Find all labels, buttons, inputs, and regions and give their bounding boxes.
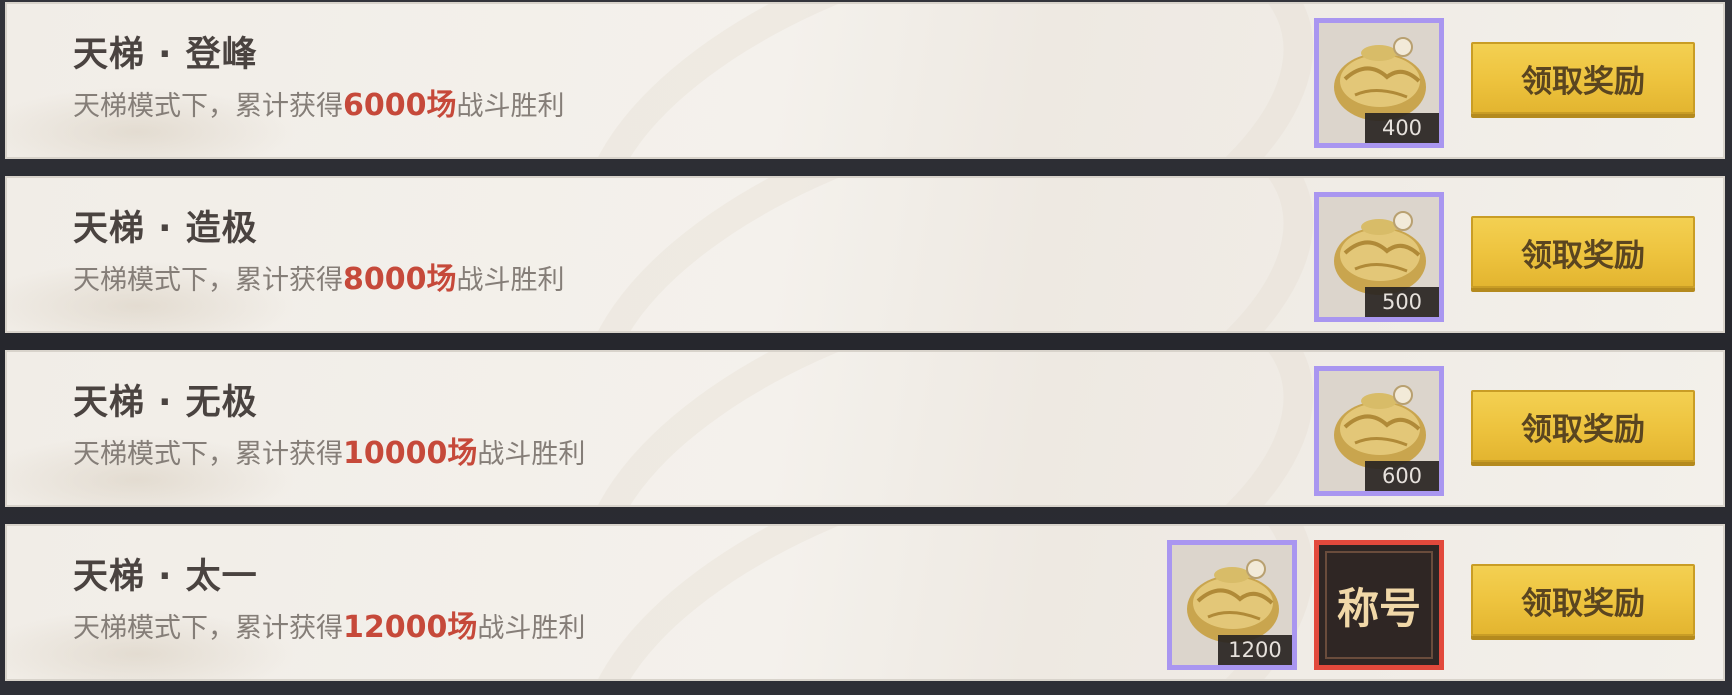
achievement-row: 天梯 · 登峰 天梯模式下，累计获得6000场战斗胜利 400 领取奖励 [5,2,1725,159]
achievement-desc: 天梯模式下，累计获得8000场战斗胜利 [73,262,565,297]
achievement-title: 天梯 · 无极 [73,383,258,423]
reward-quantity: 400 [1365,113,1439,143]
claim-reward-button[interactable]: 领取奖励 [1471,390,1695,462]
title-badge-label: 称号 [1336,583,1421,633]
achievement-target: 10000场 [343,436,478,471]
achievement-title: 天梯 · 太一 [73,557,258,597]
claim-reward-button[interactable]: 领取奖励 [1471,216,1695,288]
reward-quantity: 600 [1365,461,1439,491]
achievement-target: 8000场 [343,262,457,297]
claim-reward-button[interactable]: 领取奖励 [1471,42,1695,114]
reward-item-pouch[interactable]: 600 [1314,366,1444,496]
reward-item-pouch[interactable]: 400 [1314,18,1444,148]
achievement-desc: 天梯模式下，累计获得12000场战斗胜利 [73,610,586,645]
achievement-target: 12000场 [343,610,478,645]
reward-item-pouch[interactable]: 1200 [1167,540,1297,670]
reward-item-title-badge[interactable]: 称号 [1314,540,1444,670]
title-badge-frame: 称号 [1325,551,1433,659]
reward-item-pouch[interactable]: 500 [1314,192,1444,322]
achievement-desc: 天梯模式下，累计获得10000场战斗胜利 [73,436,586,471]
reward-quantity: 1200 [1218,635,1292,665]
achievement-row: 天梯 · 造极 天梯模式下，累计获得8000场战斗胜利 500 领取奖励 [5,176,1725,333]
achievement-title: 天梯 · 造极 [73,209,258,249]
claim-reward-button[interactable]: 领取奖励 [1471,564,1695,636]
achievement-row: 天梯 · 无极 天梯模式下，累计获得10000场战斗胜利 600 领取奖励 [5,350,1725,507]
ladder-achievement-list: 天梯 · 登峰 天梯模式下，累计获得6000场战斗胜利 400 领取奖励 天梯 … [0,0,1732,695]
achievement-title: 天梯 · 登峰 [73,35,258,75]
reward-quantity: 500 [1365,287,1439,317]
achievement-desc: 天梯模式下，累计获得6000场战斗胜利 [73,88,565,123]
achievement-target: 6000场 [343,88,457,123]
achievement-row: 天梯 · 太一 天梯模式下，累计获得12000场战斗胜利 1200 称号 领取奖… [5,524,1725,681]
